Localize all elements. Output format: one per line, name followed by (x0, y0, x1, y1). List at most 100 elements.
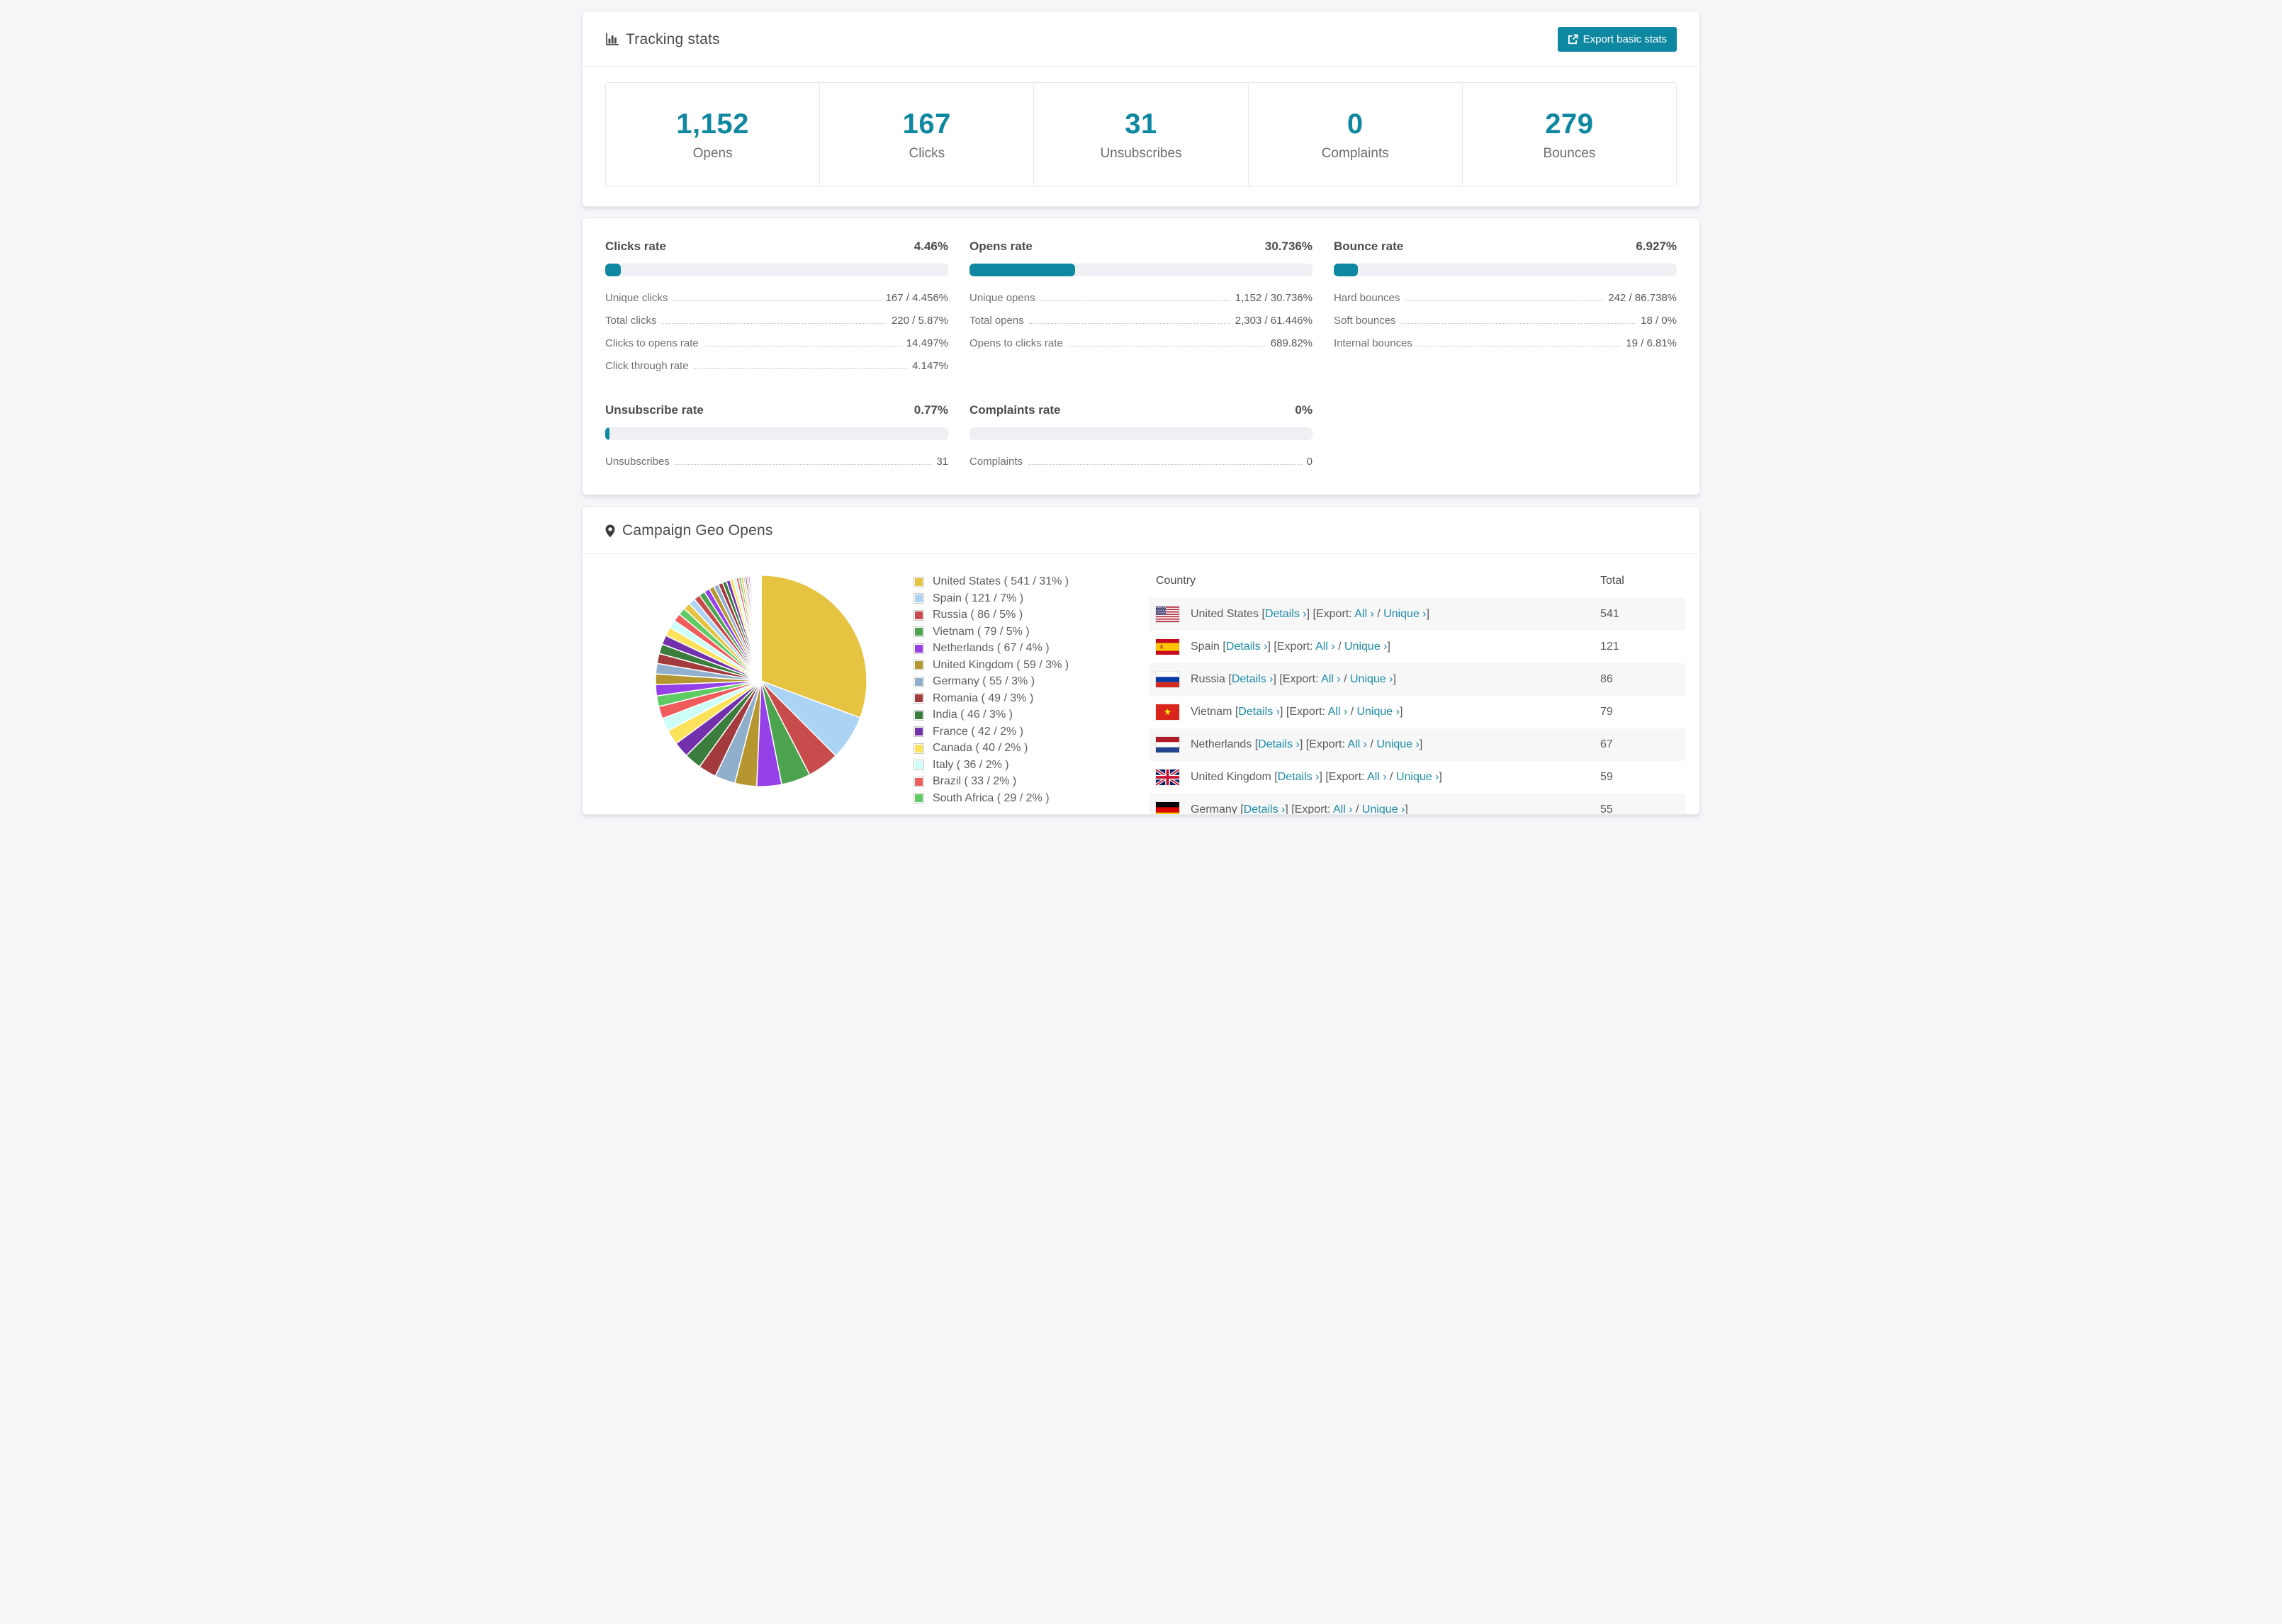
legend-swatch (914, 743, 924, 754)
details-link[interactable]: Details › (1244, 803, 1286, 814)
export-all-link[interactable]: All › (1328, 706, 1348, 718)
flag-de-icon (1155, 801, 1180, 814)
dotted-leader (673, 300, 881, 301)
summary-label: Complaints (1321, 146, 1389, 161)
rate-row-value: 167 / 4.456% (885, 292, 948, 304)
rate-row-value: 220 / 5.87% (891, 315, 948, 327)
export-all-link[interactable]: All › (1354, 608, 1374, 620)
country-cell: Vietnam [Details ›] [Export: All › / Uni… (1155, 704, 1586, 721)
country-links: Vietnam [Details ›] [Export: All › / Uni… (1191, 706, 1403, 718)
geo-table-row: Germany [Details ›] [Export: All › / Uni… (1149, 794, 1685, 815)
details-link[interactable]: Details › (1226, 641, 1268, 653)
export-unique-link[interactable]: Unique › (1396, 771, 1439, 783)
rate-row-value: 0 (1306, 456, 1313, 468)
rate-row-label: Unique clicks (605, 292, 668, 304)
legend-item: Russia ( 86 / 5% ) (914, 609, 1149, 621)
export-basic-stats-button[interactable]: Export basic stats (1557, 27, 1677, 52)
export-unique-link[interactable]: Unique › (1350, 673, 1393, 685)
export-all-link[interactable]: All › (1333, 803, 1353, 814)
dotted-leader (1400, 323, 1636, 324)
dotted-leader (1040, 300, 1230, 301)
details-link[interactable]: Details › (1232, 673, 1274, 685)
rate-value: 0.77% (914, 403, 948, 417)
details-link[interactable]: Details › (1265, 608, 1307, 620)
legend-item: United Kingdom ( 59 / 3% ) (914, 659, 1149, 672)
geo-table-total-cell: 55 (1600, 803, 1613, 815)
country-name: Netherlands (1191, 738, 1255, 750)
export-unique-link[interactable]: Unique › (1362, 803, 1405, 814)
country-links: Spain [Details ›] [Export: All › / Uniqu… (1191, 641, 1390, 653)
dotted-leader (661, 323, 887, 324)
rates-card: Clicks rate 4.46% Unique clicks 167 / 4.456… (582, 218, 1700, 495)
country-cell: Netherlands [Details ›] [Export: All › /… (1155, 736, 1586, 753)
rate-row-label: Unique opens (969, 292, 1035, 304)
export-unique-link[interactable]: Unique › (1344, 641, 1387, 653)
rate-head: Unsubscribe rate 0.77% (605, 403, 948, 417)
legend-label: Vietnam ( 79 / 5% ) (933, 625, 1030, 638)
rate-row: Complaints 0 (969, 456, 1313, 468)
legend-label: Germany ( 55 / 3% ) (933, 675, 1035, 687)
summary-label: Bounces (1543, 146, 1596, 161)
legend-label: Romania ( 49 / 3% ) (933, 692, 1034, 704)
country-name: Vietnam (1191, 706, 1235, 718)
country-cell: Germany [Details ›] [Export: All › / Uni… (1155, 801, 1586, 815)
legend-swatch (914, 576, 924, 587)
export-all-link[interactable]: All › (1315, 641, 1335, 653)
export-all-link[interactable]: All › (1367, 771, 1387, 783)
geo-table-country-cell: Vietnam [Details ›] [Export: All › / Uni… (1149, 696, 1593, 728)
geo-table-total-cell: 541 (1600, 608, 1619, 620)
legend-label: South Africa ( 29 / 2% ) (933, 791, 1050, 804)
export-unique-link[interactable]: Unique › (1383, 608, 1426, 620)
legend-swatch (914, 709, 924, 721)
legend-label: Brazil ( 33 / 2% ) (933, 775, 1017, 787)
export-unique-link[interactable]: Unique › (1376, 738, 1419, 750)
legend-swatch (914, 676, 924, 687)
legend-item: Germany ( 55 / 3% ) (914, 675, 1149, 688)
legend-label: United States ( 541 / 31% ) (933, 575, 1069, 587)
rate-value: 0% (1295, 403, 1313, 417)
geo-table-total-cell: 86 (1600, 673, 1613, 685)
country-cell: Russia [Details ›] [Export: All › / Uniq… (1155, 671, 1586, 688)
summary-value: 0 (1347, 108, 1364, 140)
summary-row: 1,152 Opens 167 Clicks 31 Unsubscribes 0 Compla… (605, 82, 1677, 186)
country-cell: Spain [Details ›] [Export: All › / Uniqu… (1155, 638, 1586, 655)
country-links: Russia [Details ›] [Export: All › / Uniq… (1191, 673, 1396, 685)
rate-row-value: 14.497% (906, 337, 948, 349)
geo-opens-header: Campaign Geo Opens (583, 507, 1699, 554)
rate-row: Opens to clicks rate 689.82% (969, 337, 1313, 349)
details-link[interactable]: Details › (1238, 706, 1280, 718)
rate-row: Unique clicks 167 / 4.456% (605, 292, 948, 304)
rate-row: Unique opens 1,152 / 30.736% (969, 292, 1313, 304)
rate-progress-track (1334, 264, 1677, 276)
legend-item: France ( 42 / 2% ) (914, 726, 1149, 738)
legend-swatch (914, 626, 924, 637)
geo-table-row: Spain [Details ›] [Export: All › / Uniqu… (1149, 631, 1685, 663)
rate-row-value: 19 / 6.81% (1626, 337, 1677, 349)
country-name: United States (1191, 608, 1262, 620)
export-unique-link[interactable]: Unique › (1357, 706, 1400, 718)
summary-cell-clicks: 167 Clicks (820, 83, 1035, 186)
legend-swatch (914, 693, 924, 704)
legend-swatch (914, 726, 924, 737)
rate-head: Complaints rate 0% (969, 403, 1313, 417)
rate-progress-track (969, 264, 1313, 276)
country-links: Germany [Details ›] [Export: All › / Uni… (1191, 803, 1408, 815)
legend-label: Spain ( 121 / 7% ) (933, 592, 1024, 604)
export-all-link[interactable]: All › (1321, 673, 1341, 685)
rate-row-label: Clicks to opens rate (605, 337, 699, 349)
rate-row-label: Opens to clicks rate (969, 337, 1063, 349)
geo-table-col-country: Country (1156, 575, 1196, 587)
rate-value: 6.927% (1636, 239, 1677, 253)
rate-row: Internal bounces 19 / 6.81% (1334, 337, 1677, 349)
rate-row-value: 18 / 0% (1641, 315, 1677, 327)
export-all-link[interactable]: All › (1347, 738, 1367, 750)
details-link[interactable]: Details › (1278, 771, 1320, 783)
rate-row-label: Internal bounces (1334, 337, 1412, 349)
rate-row-label: Click through rate (605, 360, 689, 372)
legend-item: Brazil ( 33 / 2% ) (914, 775, 1149, 788)
rate-panel-clicks-rate: Clicks rate 4.46% Unique clicks 167 / 4.456… (605, 239, 948, 372)
country-name: Spain (1191, 641, 1223, 653)
rate-title: Complaints rate (969, 403, 1061, 417)
geo-table-row: Netherlands [Details ›] [Export: All › /… (1149, 728, 1685, 761)
details-link[interactable]: Details › (1258, 738, 1300, 750)
